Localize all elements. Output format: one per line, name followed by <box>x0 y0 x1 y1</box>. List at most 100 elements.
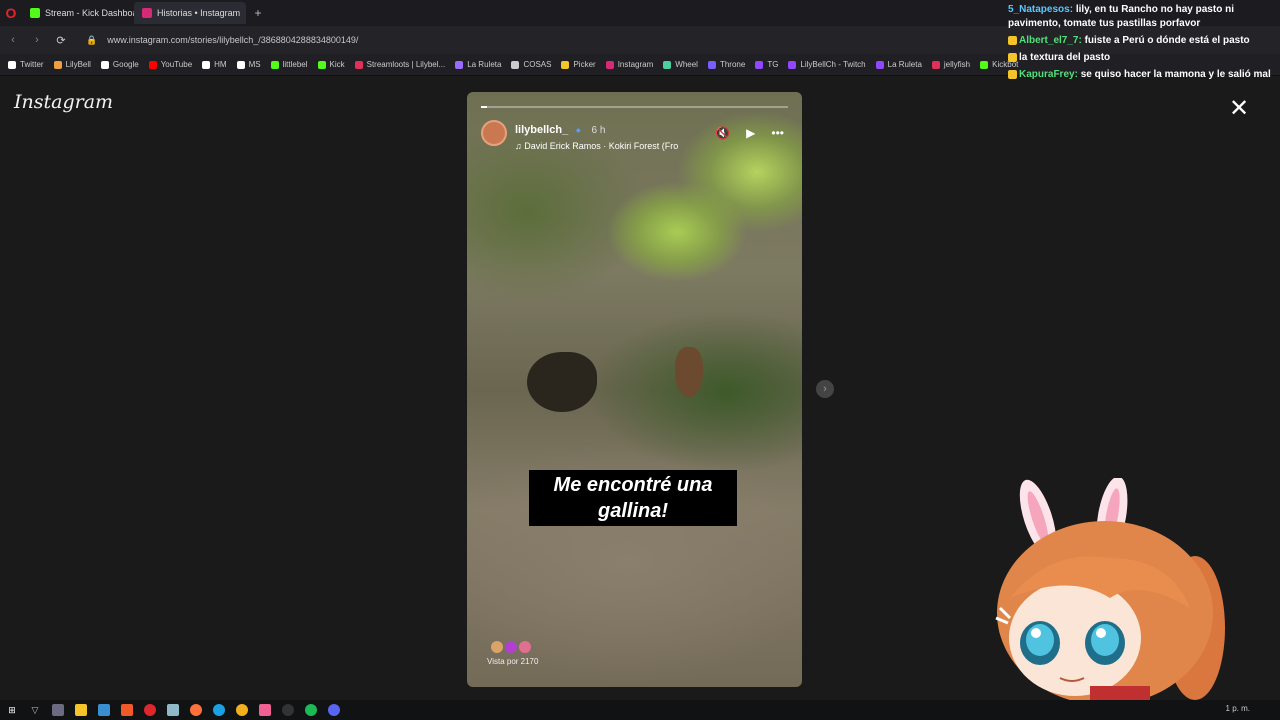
new-tab-button[interactable]: + <box>250 6 266 20</box>
app-icon[interactable] <box>98 704 110 716</box>
bookmark-item[interactable]: jellyfish <box>931 60 971 69</box>
app-icon[interactable]: ▽ <box>29 704 41 716</box>
play-icon[interactable]: ▶ <box>746 126 755 140</box>
tab-kick-dashboard[interactable]: Stream - Kick Dashboard <box>22 2 134 24</box>
bookmark-label: TG <box>767 60 779 69</box>
kick-icon <box>30 8 40 18</box>
bookmark-item[interactable]: Kick <box>317 60 345 69</box>
chat-text: fuiste a Perú o dónde está el pasto <box>1084 35 1250 46</box>
story-progress-bar <box>481 106 788 108</box>
progress-fill <box>481 106 488 108</box>
bookmark-label: Throne <box>719 60 746 69</box>
viewer-avatars[interactable] <box>491 641 531 653</box>
bookmark-icon <box>270 60 279 69</box>
bookmark-item[interactable]: LilyBellCh - Twitch <box>788 60 866 69</box>
bookmark-icon <box>202 60 211 69</box>
chat-username: Albert_el7_7: <box>1019 35 1082 46</box>
chat-message: KapuraFrey: se quiso hacer la mamona y l… <box>1008 68 1278 82</box>
story-song[interactable]: ♫ David Erick Ramos · Kokiri Forest (Fro <box>515 141 695 151</box>
bookmark-label: LilyBell <box>65 60 91 69</box>
bookmark-icon <box>875 60 884 69</box>
mute-icon[interactable]: 🔇 <box>715 126 730 140</box>
folder-icon[interactable] <box>75 704 87 716</box>
bookmark-label: YouTube <box>160 60 193 69</box>
instagram-icon <box>142 8 152 18</box>
tab-instagram[interactable]: Historias • Instagram <box>134 2 246 24</box>
avatar[interactable] <box>481 120 507 146</box>
discord-icon[interactable] <box>328 704 340 716</box>
bookmark-label: La Ruleta <box>887 60 922 69</box>
obs-icon[interactable] <box>282 704 294 716</box>
bookmark-label: Kick <box>329 60 345 69</box>
bookmark-item[interactable]: Picker <box>561 60 596 69</box>
story-caption: Me encontré una gallina! <box>529 470 737 526</box>
chat-message: 5_Natapesos: lily, en tu Rancho no hay p… <box>1008 3 1278 31</box>
bookmark-item[interactable]: La Ruleta <box>455 60 501 69</box>
back-icon[interactable]: ‹ <box>6 34 20 46</box>
bookmark-icon <box>755 60 764 69</box>
caption-line: gallina! <box>597 500 668 522</box>
forward-icon[interactable]: › <box>30 34 44 46</box>
bookmark-icon <box>561 60 570 69</box>
bookmark-item[interactable]: TG <box>755 60 778 69</box>
more-options-icon[interactable]: ••• <box>771 126 784 140</box>
edge-icon[interactable] <box>213 704 225 716</box>
hen-image <box>675 347 703 397</box>
bookmark-icon <box>148 60 157 69</box>
bookmark-label: Wheel <box>675 60 698 69</box>
story-header: lilybellch_ ● 6 h ♫ David Erick Ramos · … <box>481 120 695 151</box>
taskbar-clock[interactable]: 1 p. m. <box>1226 704 1250 713</box>
bookmark-item[interactable]: Throne <box>707 60 746 69</box>
tab-label: Stream - Kick Dashboard <box>45 8 134 18</box>
bookmark-item[interactable]: Streamloots | Lilybel... <box>354 60 445 69</box>
bookmark-item[interactable]: YouTube <box>148 60 193 69</box>
badge-icon <box>1008 52 1017 62</box>
app-icon[interactable] <box>259 704 271 716</box>
bookmark-label: MS <box>248 60 261 69</box>
hen-image <box>527 352 597 412</box>
bookmark-label: jellyfish <box>943 60 971 69</box>
bookmark-icon <box>788 60 797 69</box>
chat-message: la textura del pasto <box>1008 51 1278 65</box>
app-icon[interactable] <box>52 704 64 716</box>
viewer-count[interactable]: Vista por 2170 <box>487 657 538 666</box>
close-story-button[interactable]: ✕ <box>1228 97 1250 121</box>
opera-icon[interactable] <box>144 704 156 716</box>
bookmark-label: littlebel <box>282 60 308 69</box>
song-label: David Erick Ramos · Kokiri Forest (Fro <box>524 141 679 151</box>
windows-start-icon[interactable]: ⊞ <box>6 704 18 716</box>
app-icon[interactable] <box>167 704 179 716</box>
reload-icon[interactable]: ⟳ <box>54 34 68 47</box>
lock-icon[interactable]: 🔒 <box>86 35 97 46</box>
bookmark-item[interactable]: littlebel <box>270 60 308 69</box>
opera-logo-icon[interactable]: O <box>0 0 22 26</box>
bookmark-item[interactable]: La Ruleta <box>875 60 922 69</box>
badge-icon <box>1008 69 1017 79</box>
chat-text: la textura del pasto <box>1019 52 1111 63</box>
bookmark-label: LilyBellCh - Twitch <box>800 60 866 69</box>
chrome-icon[interactable] <box>236 704 248 716</box>
bookmark-item[interactable]: LilyBell <box>53 60 91 69</box>
firefox-icon[interactable] <box>190 704 202 716</box>
bookmark-item[interactable]: Wheel <box>663 60 698 69</box>
story-username[interactable]: lilybellch_ <box>515 124 568 136</box>
chat-username: KapuraFrey: <box>1019 69 1078 80</box>
next-story-button[interactable]: › <box>816 380 834 398</box>
brave-icon[interactable] <box>121 704 133 716</box>
bookmark-item[interactable]: Instagram <box>605 60 654 69</box>
bookmark-icon <box>53 60 62 69</box>
bookmark-item[interactable]: Google <box>100 60 139 69</box>
bookmark-label: Instagram <box>617 60 654 69</box>
bookmark-item[interactable]: HM <box>202 60 227 69</box>
url-field[interactable]: www.instagram.com/stories/lilybellch_/38… <box>107 35 358 45</box>
instagram-logo[interactable]: Instagram <box>14 91 113 113</box>
bookmark-item[interactable]: COSAS <box>511 60 551 69</box>
bookmark-item[interactable]: Twitter <box>8 60 44 69</box>
chat-text: se quiso hacer la mamona y le salió mal <box>1080 69 1271 80</box>
bookmark-item[interactable]: MS <box>236 60 261 69</box>
bookmark-icon <box>511 60 520 69</box>
spotify-icon[interactable] <box>305 704 317 716</box>
chat-username: 5_Natapesos: <box>1008 4 1074 15</box>
story-frame[interactable]: lilybellch_ ● 6 h ♫ David Erick Ramos · … <box>467 92 802 687</box>
bookmark-icon <box>707 60 716 69</box>
